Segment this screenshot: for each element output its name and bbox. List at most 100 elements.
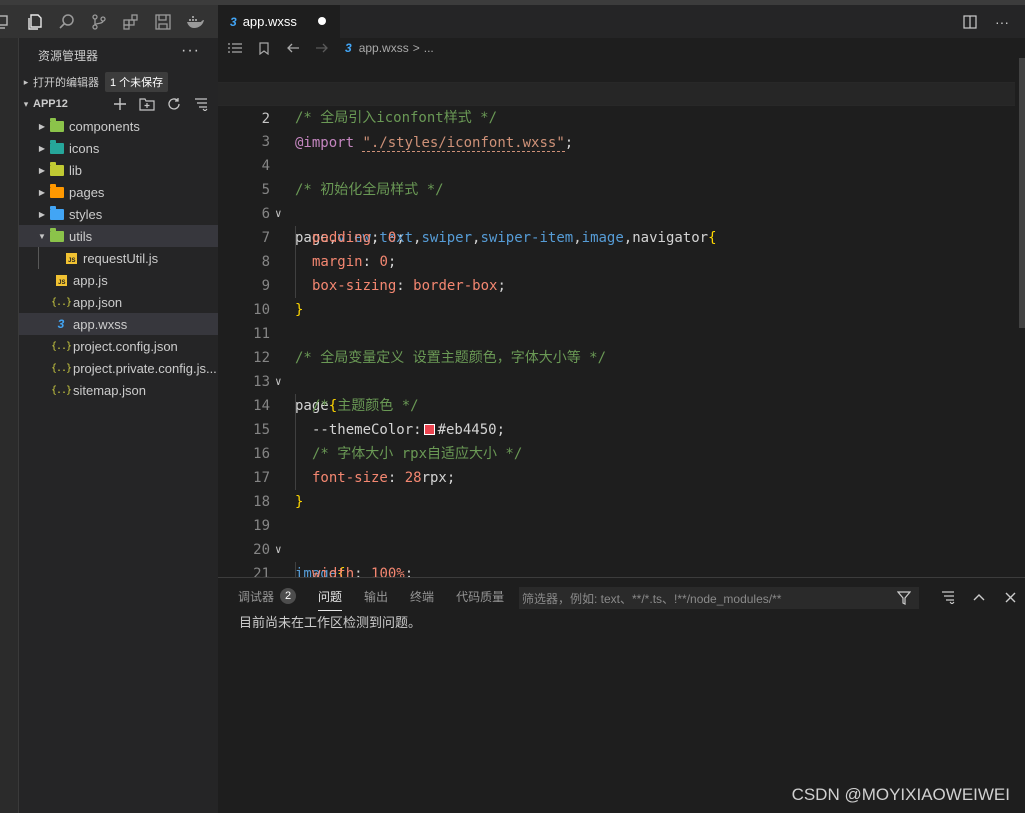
chevron-right-icon: ▶ bbox=[38, 187, 46, 197]
explorer-icon[interactable] bbox=[24, 11, 46, 33]
scrollbar-thumb[interactable] bbox=[1019, 58, 1025, 328]
new-folder-icon[interactable] bbox=[138, 95, 156, 113]
open-editors-section[interactable]: ▸ 打开的编辑器 1 个未保存 bbox=[19, 71, 218, 93]
collapse-all-icon[interactable] bbox=[192, 95, 210, 113]
code-line: 17 } bbox=[218, 442, 1015, 510]
code-line-current: 2 @import "./styles/iconfont.wxss"; bbox=[218, 82, 1015, 152]
tree-file-requestutil[interactable]: JS requestUtil.js bbox=[19, 247, 218, 269]
tree-file-app-js[interactable]: JS app.js bbox=[19, 269, 218, 291]
js-file-icon: JS bbox=[63, 250, 79, 266]
code-line: 12 ∨ page{ bbox=[218, 322, 1015, 414]
colon: : bbox=[354, 566, 372, 577]
forward-arrow-icon[interactable] bbox=[314, 40, 330, 56]
watermark: CSDN @MOYIXIAOWEIWEI bbox=[791, 785, 1010, 804]
more-actions-icon[interactable]: ··· bbox=[993, 13, 1011, 31]
folder-icon bbox=[49, 205, 65, 222]
json-file-icon: {..} bbox=[50, 296, 72, 308]
css-property: width bbox=[312, 566, 355, 577]
tree-file-project-private-config[interactable]: {..} project.private.config.js... bbox=[19, 357, 218, 379]
tree-file-sitemap[interactable]: {..} sitemap.json bbox=[19, 379, 218, 401]
tab-terminal[interactable]: 终端 bbox=[410, 585, 434, 607]
project-section[interactable]: ▾ APP12 bbox=[19, 93, 218, 115]
code-line: 21 } bbox=[218, 538, 1015, 577]
code-line: 4 /* 初始化全局样式 */ bbox=[218, 130, 1015, 198]
code-line: 5 ∨ page,view,text,swiper,swiper-item,im… bbox=[218, 154, 1015, 246]
search-icon[interactable] bbox=[56, 11, 78, 33]
code-line: 6 padding: 0; bbox=[218, 178, 1015, 250]
problems-filter-input[interactable]: 筛选器，例如: text、**/*.ts、!**/node_modules/** bbox=[519, 587, 919, 609]
list-icon[interactable] bbox=[227, 40, 243, 56]
json-file-icon: {..} bbox=[50, 362, 72, 374]
activity-bar bbox=[0, 5, 218, 38]
chevron-right-icon: ▶ bbox=[38, 143, 46, 153]
tree-item-label: project.private.config.js... bbox=[73, 360, 217, 376]
folder-icon bbox=[49, 161, 65, 178]
storage-icon[interactable] bbox=[152, 11, 174, 33]
tree-item-label: sitemap.json bbox=[73, 382, 146, 398]
tree-folder-components[interactable]: ▶ components bbox=[19, 115, 218, 137]
css-value: 100% bbox=[371, 566, 405, 577]
chevron-right-icon: ▶ bbox=[38, 121, 46, 131]
tree-item-label: components bbox=[69, 118, 140, 134]
code-line: 14 --themeColor: #eb4450; bbox=[218, 370, 1015, 442]
css-file-icon: 3 bbox=[57, 317, 65, 331]
close-panel-icon[interactable] bbox=[1001, 588, 1019, 606]
more-actions-icon[interactable]: ··· bbox=[181, 42, 200, 60]
refresh-icon[interactable] bbox=[165, 95, 183, 113]
breadcrumb-file[interactable]: app.wxss bbox=[359, 41, 409, 55]
back-arrow-icon[interactable] bbox=[285, 40, 301, 56]
breadcrumb-symbols[interactable]: ... bbox=[424, 41, 434, 55]
project-label: APP12 bbox=[33, 98, 68, 110]
collapse-all-icon[interactable] bbox=[939, 588, 957, 606]
docker-icon[interactable] bbox=[184, 11, 206, 33]
tree-file-app-json[interactable]: {..} app.json bbox=[19, 291, 218, 313]
tree-item-label: icons bbox=[69, 140, 100, 156]
tab-output[interactable]: 输出 bbox=[364, 585, 388, 607]
line-number: 21 bbox=[253, 566, 270, 577]
code-line: 10 bbox=[218, 274, 1015, 318]
tree-file-project-config[interactable]: {..} project.config.json bbox=[19, 335, 218, 357]
json-file-icon: {..} bbox=[50, 340, 72, 352]
tree-folder-pages[interactable]: ▶ pages bbox=[19, 181, 218, 203]
unsaved-dot-icon[interactable] bbox=[318, 17, 326, 25]
code-line: 15 /* 字体大小 rpx自适应大小 */ bbox=[218, 394, 1015, 466]
new-file-icon[interactable] bbox=[111, 95, 129, 113]
code-line: 9 } bbox=[218, 250, 1015, 318]
code-line: 19 ∨ image{ bbox=[218, 490, 1015, 577]
css-file-icon: 3 bbox=[345, 41, 352, 55]
remote-icon[interactable] bbox=[0, 11, 14, 33]
tab-code-quality[interactable]: 代码质量 bbox=[456, 585, 504, 607]
tab-label: 调试器 bbox=[238, 589, 275, 604]
tree-folder-icons[interactable]: ▶ icons bbox=[19, 137, 218, 159]
tab-debugger[interactable]: 调试器 2 bbox=[238, 585, 297, 607]
split-editor-icon[interactable] bbox=[961, 13, 979, 31]
code-line: 18 bbox=[218, 466, 1015, 510]
explorer-title: 资源管理器 bbox=[38, 49, 99, 63]
folder-icon bbox=[49, 117, 65, 134]
tree-file-app-wxss[interactable]: 3 app.wxss bbox=[19, 313, 218, 335]
tree-folder-styles[interactable]: ▶ styles bbox=[19, 203, 218, 225]
tree-item-label: lib bbox=[69, 162, 83, 178]
tree-item-label: app.json bbox=[73, 294, 123, 310]
css-file-icon: 3 bbox=[230, 14, 237, 29]
editor-tab-bar: 3 app.wxss ··· bbox=[218, 5, 1025, 38]
bookmark-icon[interactable] bbox=[256, 40, 272, 56]
extensions-icon[interactable] bbox=[120, 11, 142, 33]
code-editor[interactable]: 1 /* 全局引入iconfont样式 */ 2 @import "./styl… bbox=[218, 58, 1025, 577]
editor-scrollbar[interactable] bbox=[1019, 58, 1025, 577]
filter-icon[interactable] bbox=[896, 590, 912, 606]
code-line: 11 /* 全局变量定义 设置主题颜色，字体大小等 */ bbox=[218, 298, 1015, 366]
code-line: 1 /* 全局引入iconfont样式 */ bbox=[218, 58, 1015, 126]
tab-app-wxss[interactable]: 3 app.wxss bbox=[218, 5, 340, 38]
tree-item-label: pages bbox=[69, 184, 105, 200]
problems-message: 目前尚未在工作区检测到问题。 bbox=[239, 615, 422, 630]
breadcrumb: 3 app.wxss > ... bbox=[218, 38, 1025, 58]
folder-open-icon bbox=[49, 227, 65, 244]
tab-label: app.wxss bbox=[242, 14, 297, 29]
code-line: 13 /* 主题颜色 */ bbox=[218, 346, 1015, 418]
tree-folder-lib[interactable]: ▶ lib bbox=[19, 159, 218, 181]
tab-problems[interactable]: 问题 bbox=[318, 585, 343, 611]
source-control-icon[interactable] bbox=[88, 11, 110, 33]
maximize-panel-icon[interactable] bbox=[970, 588, 988, 606]
tree-folder-utils[interactable]: ▼ utils bbox=[19, 225, 218, 247]
